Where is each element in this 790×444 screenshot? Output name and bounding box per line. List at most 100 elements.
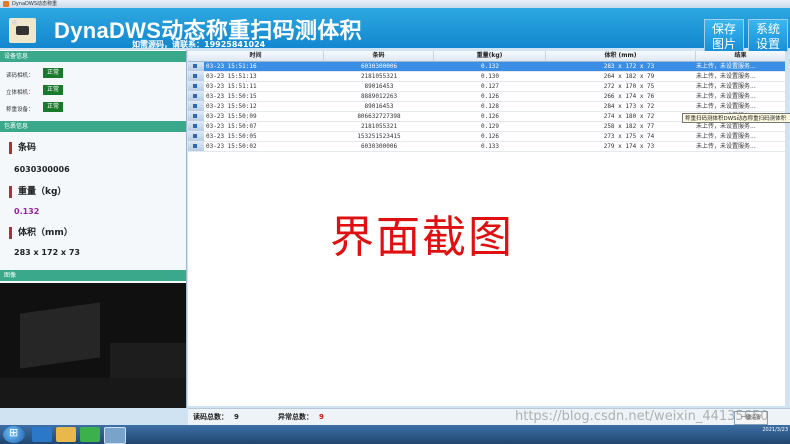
camera-preview-image [0, 283, 186, 408]
cell-volume: 272 x 170 x 75 [603, 83, 655, 90]
cell-result: 未上传，未设置服务... [696, 143, 756, 150]
cell-result: 未上传，未设置服务... [696, 123, 756, 130]
cell-time: 03-23 15:51:16 [206, 63, 257, 70]
cell-volume: 273 x 175 x 74 [603, 133, 655, 140]
cell-barcode: 153251523415 [357, 133, 401, 140]
save-image-button-label: 保存 图片 [711, 22, 736, 51]
cell-result: 未上传，未设置服务... [696, 73, 756, 80]
cell-volume: 279 x 174 x 73 [603, 143, 655, 150]
cell-weight: 0.128 [480, 103, 500, 110]
cell-volume: 258 x 182 x 77 [603, 123, 655, 130]
folder-icon[interactable] [56, 427, 76, 442]
cell-volume: 283 x 172 x 73 [603, 63, 655, 70]
device-label: 立体相机： [6, 90, 34, 96]
device-label: 称重设备： [6, 107, 34, 113]
cell-time: 03-23 15:50:07 [206, 123, 257, 130]
row-header-icon[interactable] [188, 102, 204, 111]
image-section-header: 图像 [0, 270, 186, 281]
cell-weight: 0.127 [480, 83, 500, 90]
read-total-label: 读码总数： [193, 413, 228, 421]
row-header-icon[interactable] [188, 62, 204, 71]
cell-weight: 0.129 [480, 123, 500, 130]
cell-time: 03-23 15:50:15 [206, 93, 257, 100]
device-row-3d-camera: 立体相机： 正常 [6, 85, 63, 96]
row-header-icon[interactable] [188, 112, 204, 121]
table-row[interactable]: 03-23 15:51:16 6030300006 0.132 283 x 172 x… [188, 62, 785, 72]
start-button[interactable] [3, 426, 25, 443]
cell-volume: 266 x 174 x 76 [603, 93, 655, 100]
weight-value: 0.132 [14, 207, 40, 216]
table-row[interactable]: 03-23 15:51:13 2181055321 0.130 264 x 182 x… [188, 72, 785, 82]
row-header-icon[interactable] [188, 72, 204, 81]
row-header-icon[interactable] [188, 82, 204, 91]
cell-result: 未上传，未设置服务... [696, 93, 756, 100]
cell-time: 03-23 15:50:09 [206, 113, 257, 120]
cell-time: 03-23 15:50:05 [206, 133, 257, 140]
cell-barcode: 2181055321 [360, 73, 398, 80]
table-row[interactable]: 03-23 15:50:07 2181055321 0.129 258 x 182 x… [188, 122, 785, 132]
row-header-icon[interactable] [188, 132, 204, 141]
cell-time: 03-23 15:51:11 [206, 83, 257, 90]
cell-weight: 0.126 [480, 133, 500, 140]
cell-barcode: 89016453 [364, 83, 394, 90]
package-section-header: 包裹信息 [0, 121, 186, 132]
cell-result: 未上传，未设置服务... [696, 103, 756, 110]
column-header-barcode[interactable]: 条码 [324, 51, 434, 61]
volume-label: 体积（mm） [9, 227, 73, 239]
column-header-weight[interactable]: 重量(kg) [434, 51, 546, 61]
app-subtitle: 如需源码，请联系：19925841024 [132, 40, 266, 49]
column-header-result[interactable]: 结果 [696, 51, 785, 61]
app-header: DynaDWS动态称重扫码测体积 如需源码，请联系：19925841024 保存… [0, 8, 790, 52]
table-row[interactable]: 03-23 15:50:12 89016453 0.128 284 x 173 x 7… [188, 102, 785, 112]
cell-volume: 274 x 180 x 72 [603, 113, 655, 120]
camera-logo-icon [9, 18, 36, 43]
status-badge: 正常 [43, 102, 63, 112]
system-settings-button[interactable]: 系统 设置 [748, 19, 788, 52]
cell-barcode: 2181055321 [360, 123, 398, 130]
csdn-watermark: https://blog.csdn.net/weixin_44135650 [515, 409, 769, 424]
table-row[interactable]: 03-23 15:51:11 89016453 0.127 272 x 170 x 7… [188, 82, 785, 92]
cell-weight: 0.133 [480, 143, 500, 150]
cell-barcode: 8889012263 [360, 93, 398, 100]
cell-time: 03-23 15:51:13 [206, 73, 257, 80]
error-total-label: 异常总数： [278, 413, 313, 421]
row-header-icon[interactable] [188, 142, 204, 151]
cell-result: 未上传，未设置服务... [696, 83, 756, 90]
column-header-time[interactable]: 时间 [188, 51, 324, 61]
device-row-reader-camera: 读码相机： 正常 [6, 68, 63, 79]
cell-barcode: 806632727398 [357, 113, 401, 120]
table-row[interactable]: 03-23 15:50:02 6030300006 0.133 279 x 174 x… [188, 142, 785, 152]
cell-barcode: 6030300006 [360, 143, 398, 150]
cell-barcode: 89016453 [364, 103, 394, 110]
barcode-value: 6030300006 [14, 165, 70, 174]
wechat-icon[interactable] [80, 427, 100, 442]
status-badge: 正常 [43, 68, 63, 78]
row-header-icon[interactable] [188, 122, 204, 131]
row-header-icon[interactable] [188, 92, 204, 101]
cell-result: 未上传，未设置服务... [696, 63, 756, 70]
cell-result: 未上传，未设置服务... [696, 133, 756, 140]
cell-weight: 0.130 [480, 73, 500, 80]
read-total-stat: 读码总数： 9 [193, 412, 239, 422]
app-icon [3, 1, 9, 7]
window-title: DynaDWS动态称重 [12, 1, 58, 7]
clock-date: 2021/3/23 [762, 427, 788, 433]
cell-weight: 0.126 [480, 93, 500, 100]
system-settings-button-label: 系统 设置 [755, 22, 780, 51]
device-label: 读码相机： [6, 73, 34, 79]
device-section-header: 设备信息 [0, 51, 186, 62]
barcode-label: 条码 [9, 142, 36, 154]
weight-label: 重量（kg） [9, 186, 66, 198]
dynadws-icon[interactable] [104, 427, 126, 444]
taskbar: 2021/3/23 [0, 425, 790, 444]
ie-icon[interactable] [32, 427, 52, 442]
column-header-volume[interactable]: 体积 (mm) [546, 51, 696, 61]
status-badge: 正常 [43, 85, 63, 95]
read-total-value: 9 [234, 413, 239, 421]
save-image-button[interactable]: 保存 图片 [704, 19, 744, 52]
cell-volume: 264 x 182 x 79 [603, 73, 655, 80]
clock[interactable]: 2021/3/23 [758, 426, 788, 434]
table-row[interactable]: 03-23 15:50:15 8889012263 0.126 266 x 174 x… [188, 92, 785, 102]
left-panel: 设备信息 读码相机： 正常 立体相机： 正常 称重设备： 正常 包裹信息 条码 … [0, 50, 187, 408]
table-row[interactable]: 03-23 15:50:05 153251523415 0.126 273 x 175… [188, 132, 785, 142]
